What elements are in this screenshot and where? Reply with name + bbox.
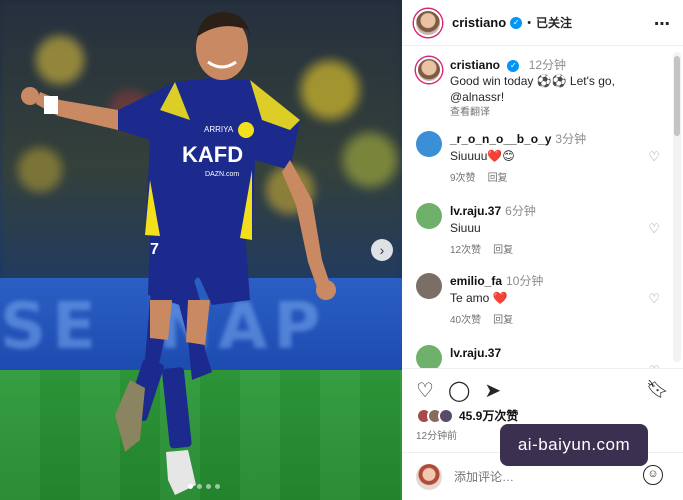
comments-list[interactable]: cristiano ✓ 12分钟 Good win today ⚽⚽ Let's… xyxy=(402,47,673,368)
caption-avatar[interactable] xyxy=(416,57,442,83)
carousel-dot xyxy=(188,484,193,489)
caption-text-line1: Good win today ⚽⚽ Let's go, xyxy=(450,74,615,88)
comment-username[interactable]: _r_o_n_o__b_o_y xyxy=(450,132,551,146)
carousel-dot xyxy=(206,484,211,489)
bookmark-icon[interactable]: 🔖︎ xyxy=(646,379,669,400)
likes-count[interactable]: 45.9万次赞 xyxy=(459,407,518,424)
reply-button[interactable]: 回复 xyxy=(488,173,508,184)
comment-item: lv.raju.37 6分钟 Siuuu 12次赞 回复 ♡ xyxy=(416,203,666,259)
chevron-right-icon: › xyxy=(379,242,385,258)
reply-button[interactable]: 回复 xyxy=(493,245,513,256)
post-photo[interactable]: SE NAP KAFD ARRIYA DAZN.com 7 › xyxy=(0,0,402,500)
comment-icon[interactable]: ◯ xyxy=(448,381,470,401)
carousel-dots xyxy=(188,484,220,489)
author-username[interactable]: cristiano xyxy=(452,15,506,30)
comment-avatar[interactable] xyxy=(416,131,442,157)
liker-avatar xyxy=(438,407,454,424)
player-figure: KAFD ARRIYA DAZN.com 7 xyxy=(21,12,336,495)
jersey-web: DAZN.com xyxy=(205,171,239,178)
header-separator: • xyxy=(527,16,532,29)
caption-time: 12分钟 xyxy=(528,58,567,72)
comment-item: lv.raju.37 ♡ xyxy=(416,345,666,368)
emoji-icon[interactable]: ☺ xyxy=(643,465,663,485)
carousel-dot xyxy=(197,484,202,489)
like-comment-icon[interactable]: ♡ xyxy=(648,291,660,307)
comments-scrollbar[interactable] xyxy=(673,52,681,362)
comment-likes[interactable]: 9次赞 xyxy=(450,173,476,184)
posted-time: 12分钟前 xyxy=(416,431,458,442)
club-crest-icon xyxy=(238,122,254,138)
comment-text: Siuuuu❤️😊 xyxy=(450,149,515,163)
shorts-number: 7 xyxy=(150,241,159,258)
comment-text: Te amo ❤️ xyxy=(450,291,508,305)
add-comment-input[interactable]: 添加评论… xyxy=(454,468,514,485)
post-caption: cristiano ✓ 12分钟 Good win today ⚽⚽ Let's… xyxy=(416,57,666,121)
jersey-brand: ARRIYA xyxy=(204,125,234,134)
comment-time: 3分钟 xyxy=(555,132,587,146)
share-icon[interactable]: ➤ xyxy=(484,381,501,401)
comment-username[interactable]: lv.raju.37 xyxy=(450,204,501,218)
comment-likes[interactable]: 12次赞 xyxy=(450,245,481,256)
scrollbar-thumb[interactable] xyxy=(674,56,680,136)
more-options-icon[interactable]: ⋯ xyxy=(654,14,671,34)
comment-username[interactable]: lv.raju.37 xyxy=(450,346,501,360)
watermark: ai-baiyun.com xyxy=(500,424,648,466)
reply-button[interactable]: 回复 xyxy=(493,315,513,326)
comment-time: 10分钟 xyxy=(506,274,544,288)
translate-link[interactable]: 查看翻译 xyxy=(450,105,615,121)
comment-item: emilio_fa 10分钟 Te amo ❤️ 40次赞 回复 ♡ xyxy=(416,273,666,329)
jersey-sponsor: KAFD xyxy=(182,142,243,167)
comment-time: 6分钟 xyxy=(505,204,536,218)
comment-username[interactable]: emilio_fa xyxy=(450,274,502,288)
likes-summary: 45.9万次赞 xyxy=(416,407,518,424)
current-user-avatar xyxy=(416,463,442,490)
following-button[interactable]: 已关注 xyxy=(536,14,572,31)
author-avatar[interactable] xyxy=(414,8,442,37)
post-header: cristiano ✓ • 已关注 ⋯ xyxy=(402,0,683,46)
comment-item: _r_o_n_o__b_o_y 3分钟 Siuuuu❤️😊 9次赞 回复 ♡ xyxy=(416,131,666,187)
next-photo-button[interactable]: › xyxy=(371,239,393,261)
comment-avatar[interactable] xyxy=(416,273,442,299)
verified-badge-icon: ✓ xyxy=(510,16,523,29)
caption-text-line2[interactable]: @alnassr! xyxy=(450,89,615,105)
comment-text: Siuuu xyxy=(450,221,481,235)
like-icon[interactable]: ♡ xyxy=(416,381,434,401)
like-comment-icon[interactable]: ♡ xyxy=(648,149,660,165)
comment-likes[interactable]: 40次赞 xyxy=(450,315,481,326)
like-comment-icon[interactable]: ♡ xyxy=(648,221,660,237)
verified-badge-icon: ✓ xyxy=(507,59,520,72)
caption-username[interactable]: cristiano xyxy=(450,58,500,72)
carousel-dot xyxy=(215,484,220,489)
comment-avatar[interactable] xyxy=(416,203,442,229)
comment-avatar[interactable] xyxy=(416,345,442,368)
